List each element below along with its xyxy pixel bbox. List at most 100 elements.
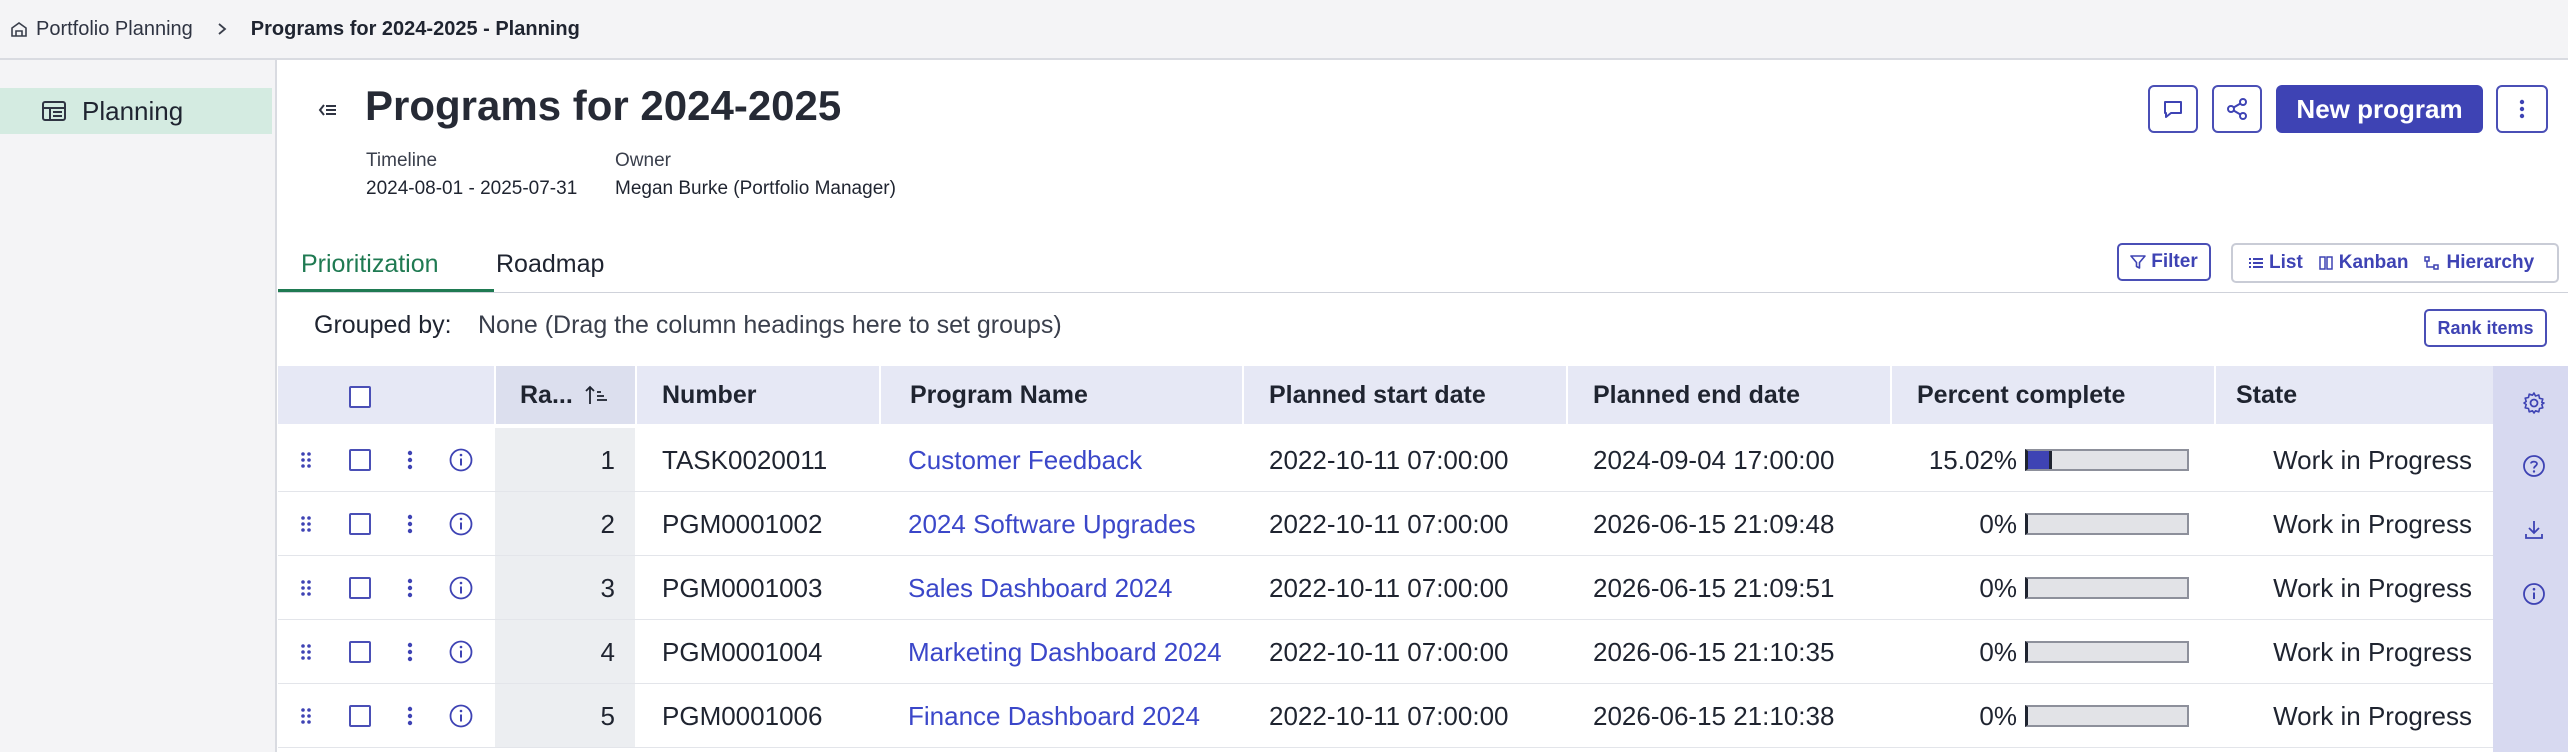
view-kanban-label: Kanban: [2338, 252, 2409, 273]
row-menu-icon[interactable]: [406, 578, 414, 598]
column-divider: [879, 366, 881, 424]
comment-icon: [2164, 101, 2182, 118]
progress-bar: [2025, 577, 2189, 599]
help-icon[interactable]: [2522, 454, 2546, 478]
program-name-link[interactable]: Customer Feedback: [908, 445, 1142, 476]
row-menu-icon[interactable]: [406, 706, 414, 726]
group-drop-zone[interactable]: None (Drag the column headings here to s…: [478, 311, 1062, 340]
drag-handle-icon[interactable]: [300, 707, 312, 725]
planned-start-date-cell: 2022-10-11 07:00:00: [1269, 637, 1509, 667]
row-checkbox[interactable]: [349, 449, 371, 471]
info-icon[interactable]: [449, 512, 473, 536]
new-program-button[interactable]: New program: [2276, 85, 2483, 133]
planned-start-date-cell: 2022-10-11 07:00:00: [1269, 701, 1509, 731]
drag-handle-icon[interactable]: [300, 579, 312, 597]
sort-ascending-icon[interactable]: [585, 384, 609, 406]
rank-value: 3: [600, 573, 615, 603]
percent-complete-value: 0%: [1979, 573, 2017, 603]
owner-value: Megan Burke (Portfolio Manager): [615, 178, 896, 199]
planned-end-date-cell: 2026-06-15 21:09:51: [1593, 573, 1835, 603]
row-checkbox[interactable]: [349, 513, 371, 535]
view-list-button[interactable]: List: [2249, 252, 2303, 274]
drag-handle-icon[interactable]: [300, 515, 312, 533]
collapse-sidebar-icon[interactable]: [315, 98, 339, 122]
settings-gear-icon[interactable]: [2522, 391, 2546, 415]
select-all-checkbox[interactable]: [349, 386, 371, 408]
view-hierarchy-button[interactable]: Hierarchy: [2424, 252, 2534, 274]
tabs-divider: [278, 292, 2568, 293]
row-divider: [278, 747, 2493, 748]
progress-bar: [2025, 641, 2189, 663]
info-icon[interactable]: [449, 640, 473, 664]
page-title: Programs for 2024-2025: [365, 82, 842, 129]
row-checkbox[interactable]: [349, 577, 371, 599]
column-header-number[interactable]: Number: [662, 366, 756, 424]
comments-button[interactable]: [2148, 85, 2198, 133]
row-menu-icon[interactable]: [406, 642, 414, 662]
column-header-percent-complete[interactable]: Percent complete: [1917, 366, 2125, 424]
more-options-button[interactable]: [2496, 85, 2548, 133]
share-button[interactable]: [2212, 85, 2262, 133]
planned-start-date-cell: 2022-10-11 07:00:00: [1269, 509, 1509, 539]
rank-items-button[interactable]: Rank items: [2424, 309, 2547, 347]
view-kanban-button[interactable]: Kanban: [2319, 252, 2409, 274]
filter-icon: [2130, 255, 2147, 269]
owner-label: Owner: [615, 150, 671, 171]
planned-end-date-cell: 2024-09-04 17:00:00: [1593, 445, 1835, 475]
rank-value: 1: [600, 445, 615, 475]
percent-complete-value: 0%: [1979, 701, 2017, 731]
column-header-planned-end-date[interactable]: Planned end date: [1593, 366, 1800, 424]
view-list-label: List: [2269, 252, 2303, 273]
kanban-icon: [2319, 256, 2333, 270]
row-checkbox[interactable]: [349, 641, 371, 663]
row-menu-icon[interactable]: [406, 514, 414, 534]
column-header-planned-start-date[interactable]: Planned start date: [1269, 366, 1486, 424]
state-cell: Work in Progress: [2273, 573, 2472, 603]
column-header-rank[interactable]: Ra...: [520, 366, 609, 424]
download-icon[interactable]: [2522, 518, 2546, 542]
share-icon: [2227, 98, 2247, 120]
column-divider: [1566, 366, 1568, 424]
program-name-link[interactable]: Marketing Dashboard 2024: [908, 637, 1222, 668]
drag-handle-icon[interactable]: [300, 643, 312, 661]
sidebar-item-planning[interactable]: Planning: [0, 88, 272, 134]
number-cell: PGM0001002: [662, 509, 823, 539]
column-header-state[interactable]: State: [2236, 366, 2297, 424]
info-icon[interactable]: [449, 448, 473, 472]
column-divider: [494, 366, 496, 424]
program-name-link[interactable]: Finance Dashboard 2024: [908, 701, 1200, 732]
column-divider: [1890, 366, 1892, 424]
tab-prioritization[interactable]: Prioritization: [301, 250, 439, 279]
grouped-by-label: Grouped by:: [314, 311, 452, 339]
info-icon[interactable]: [2522, 582, 2546, 606]
program-name-link[interactable]: 2024 Software Upgrades: [908, 509, 1196, 540]
rank-value: 2: [600, 509, 615, 539]
state-cell: Work in Progress: [2273, 701, 2472, 731]
state-cell: Work in Progress: [2273, 509, 2472, 539]
column-header-program-name[interactable]: Program Name: [910, 366, 1088, 424]
filter-label: Filter: [2151, 251, 2198, 272]
filter-button[interactable]: Filter: [2117, 243, 2211, 281]
home-icon: [11, 22, 27, 37]
row-checkbox[interactable]: [349, 705, 371, 727]
percent-complete-value: 0%: [1979, 637, 2017, 667]
info-icon[interactable]: [449, 704, 473, 728]
tab-roadmap[interactable]: Roadmap: [496, 250, 604, 279]
timeline-label: Timeline: [366, 150, 438, 171]
info-icon[interactable]: [449, 576, 473, 600]
program-name-link[interactable]: Sales Dashboard 2024: [908, 573, 1173, 604]
number-cell: PGM0001006: [662, 701, 823, 731]
planned-start-date-cell: 2022-10-11 07:00:00: [1269, 445, 1509, 475]
column-divider: [635, 366, 637, 424]
breadcrumb-link-portfolio-planning[interactable]: Portfolio Planning: [36, 18, 193, 41]
view-hierarchy-label: Hierarchy: [2446, 252, 2535, 273]
breadcrumb-current: Programs for 2024-2025 - Planning: [250, 17, 580, 40]
table-icon: [42, 101, 66, 121]
row-menu-icon[interactable]: [406, 450, 414, 470]
progress-bar: [2025, 705, 2189, 727]
percent-complete-value: 0%: [1979, 509, 2017, 539]
drag-handle-icon[interactable]: [300, 451, 312, 469]
planned-end-date-cell: 2026-06-15 21:09:48: [1593, 509, 1835, 539]
progress-bar: [2025, 513, 2189, 535]
breadcrumb: Portfolio Planning Programs for 2024-202…: [0, 0, 2568, 60]
